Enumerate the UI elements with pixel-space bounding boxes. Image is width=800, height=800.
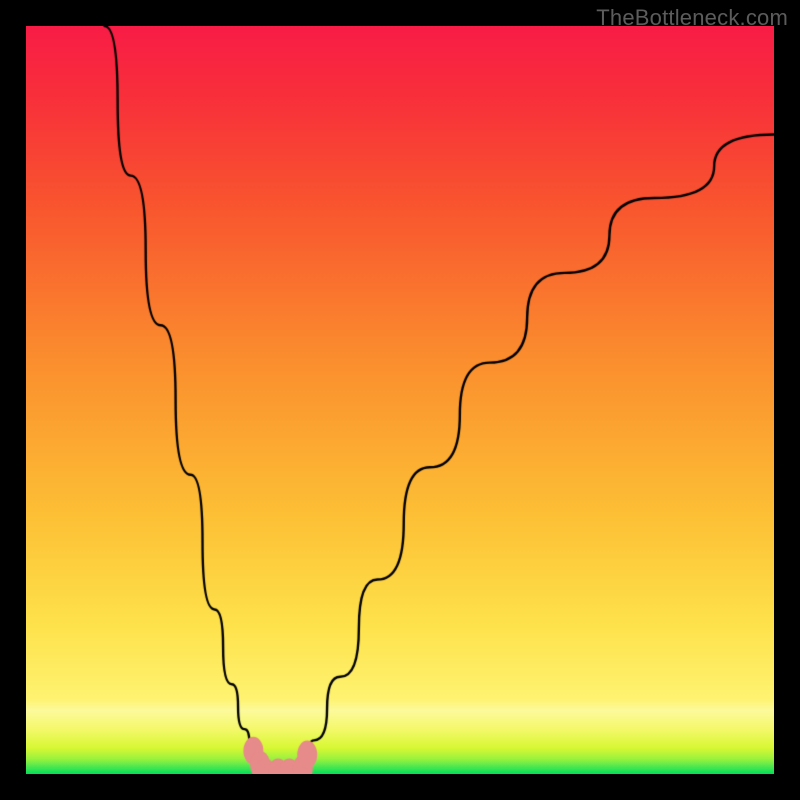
outer-frame: TheBottleneck.com bbox=[0, 0, 800, 800]
bottleneck-chart-canvas bbox=[26, 26, 774, 774]
watermark-label: TheBottleneck.com bbox=[596, 5, 788, 31]
